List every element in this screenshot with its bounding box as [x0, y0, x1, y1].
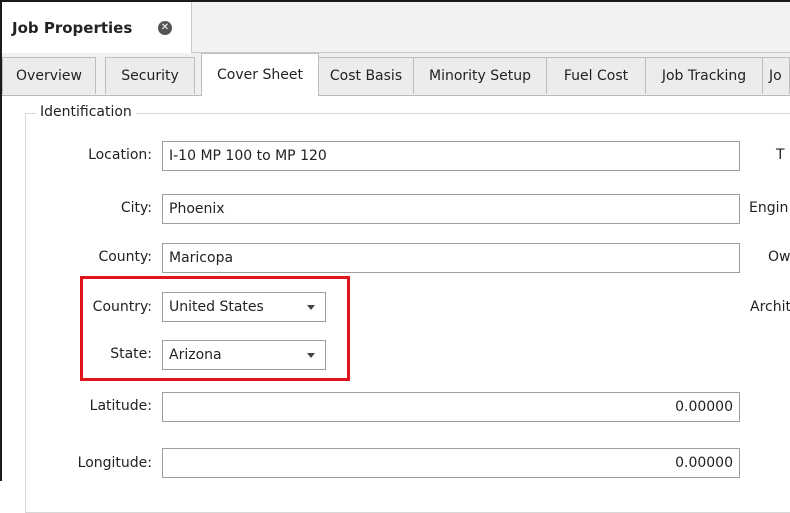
tab-fuel-cost[interactable]: Fuel Cost: [546, 57, 646, 94]
city-field[interactable]: Phoenix: [162, 194, 740, 224]
identification-legend: Identification: [36, 104, 136, 120]
location-label: Location:: [88, 147, 152, 163]
county-label: County:: [98, 249, 152, 265]
right-label-archit: Archit: [750, 299, 790, 315]
tab-cost-basis[interactable]: Cost Basis: [318, 57, 414, 94]
tab-security[interactable]: Security: [105, 57, 195, 94]
tab-jo[interactable]: Jo: [762, 57, 790, 94]
latitude-field[interactable]: 0.00000: [162, 392, 740, 422]
right-label-ow: Ow: [768, 249, 790, 265]
close-icon[interactable]: ✕: [158, 21, 172, 35]
document-tab-job-properties[interactable]: Job Properties ✕: [2, 2, 192, 53]
county-field[interactable]: Maricopa: [162, 243, 740, 273]
longitude-label: Longitude:: [77, 455, 152, 471]
properties-tab-bar: Overview Security Cover Sheet Cost Basis…: [2, 53, 790, 96]
document-tab-title: Job Properties: [12, 19, 133, 37]
right-label-engin: Engin: [749, 200, 789, 216]
longitude-field[interactable]: 0.00000: [162, 448, 740, 478]
tab-overview[interactable]: Overview: [2, 57, 96, 94]
latitude-label: Latitude:: [89, 398, 152, 414]
tab-minority-setup[interactable]: Minority Setup: [413, 57, 547, 94]
location-field[interactable]: I-10 MP 100 to MP 120: [162, 141, 740, 171]
country-state-highlight: [80, 276, 350, 381]
tab-cover-sheet[interactable]: Cover Sheet: [201, 53, 319, 96]
right-label-t: T: [776, 147, 785, 163]
city-label: City:: [120, 200, 152, 216]
tab-job-tracking[interactable]: Job Tracking: [645, 57, 763, 94]
